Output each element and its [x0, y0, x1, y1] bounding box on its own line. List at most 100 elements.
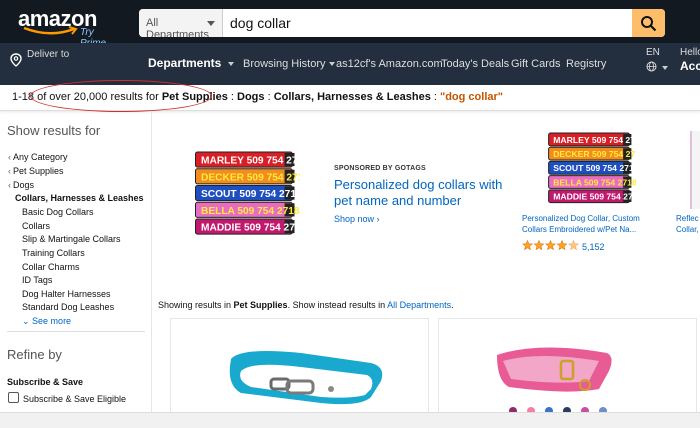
pink-collar-image [497, 347, 612, 415]
review-count[interactable]: 5,152 [582, 242, 605, 252]
nav-gift-cards[interactable]: Gift Cards [511, 58, 561, 70]
sidebar-subcat[interactable]: Collars [22, 221, 50, 231]
nav-link-label: as12cf's Amazon.com [336, 58, 443, 70]
results-subcategory-dogs[interactable]: Dogs [237, 91, 265, 103]
shop-now-link[interactable]: Shop now › [334, 214, 380, 224]
account-menu[interactable]: Hello Acco [680, 47, 700, 73]
refine-heading: Refine by [7, 347, 62, 362]
collar-band: SCOUT 509 754 2718 [195, 185, 300, 202]
sponsored-collars-image[interactable]: MARLEY 509 754 2718 DECKER 509 754 2718 SC… [190, 150, 300, 242]
sponsored-title[interactable]: Personalized dog collars with pet name a… [334, 177, 514, 209]
star-icon [544, 240, 557, 251]
collar-name-text: MADDIE 509 754 2718 [553, 192, 636, 202]
search-input[interactable] [224, 9, 632, 37]
nav-link-label: Gift Cards [511, 58, 561, 70]
left-sidebar: Show results for ‹ Any Category ‹ Pet Supp… [0, 112, 152, 412]
nav-my-amazon[interactable]: as12cf's Amazon.com [336, 58, 443, 70]
amazon-logo[interactable]: amazon Try Prime [18, 6, 108, 49]
sidebar-subcat[interactable]: Standard Dog Leashes [22, 302, 114, 312]
collar-band: DECKER 509 754 2718 [195, 168, 300, 185]
sponsored-product-image[interactable]: MARLEY 509 754 2718 DECKER 509 754 2718 SC… [544, 131, 636, 209]
showing-results-line: Showing results in Pet Supplies. Show in… [158, 300, 454, 310]
star-rating-icon[interactable] [522, 240, 580, 251]
chevron-left-icon: ‹ [8, 180, 11, 190]
blue-collar-image [229, 351, 383, 405]
subscribe-save-checkbox[interactable] [8, 392, 19, 403]
results-separator: : [264, 91, 274, 103]
show-results-heading: Show results for [7, 123, 101, 138]
collar-name-text: SCOUT 509 754 2718 [553, 163, 636, 173]
nav-link-label: Registry [566, 58, 607, 70]
collar-name-text: MARLEY 509 754 2718 [553, 135, 636, 145]
subscribe-save-label[interactable]: Subscribe & Save Eligible [23, 394, 126, 404]
showing-prefix: Showing results in [158, 300, 234, 310]
nav-link-label: Today's Deals [441, 58, 510, 70]
collar-band: MADDIE 509 754 2718 [548, 189, 636, 204]
globe-icon [646, 61, 657, 72]
deliver-to-label: Deliver to [27, 49, 70, 60]
star-icon [567, 240, 580, 251]
sidebar-subcat[interactable]: Collar Charms [22, 262, 80, 272]
product-card[interactable] [438, 318, 697, 415]
language-label: EN [646, 47, 660, 58]
sidebar-pet-supplies[interactable]: ‹ Pet Supplies [8, 166, 64, 176]
sidebar-any-category[interactable]: ‹ Any Category [8, 152, 68, 162]
sponsored-product-title[interactable]: Personalized Dog Collar, Custom Collars … [522, 213, 662, 235]
subscribe-save-heading: Subscribe & Save [7, 377, 84, 387]
search-department-label: All Departments [146, 17, 209, 37]
collar-name-text: DECKER 509 754 2718 [553, 149, 636, 159]
collar-name-text: MARLEY 509 754 2718 [201, 156, 300, 167]
product-card[interactable] [170, 318, 429, 413]
sponsored-product-image-partial[interactable] [690, 131, 700, 209]
see-more-link[interactable]: ⌄ See more [22, 316, 71, 327]
nav-todays-deals[interactable]: Today's Deals [441, 58, 509, 70]
sidebar-subcat[interactable]: Dog Halter Harnesses [22, 289, 111, 299]
collar-name-text: BELLA 509 754 2718 [201, 206, 300, 217]
search-button[interactable] [632, 9, 665, 37]
language-selector[interactable]: EN [646, 47, 668, 72]
chevron-down-icon [227, 61, 234, 66]
search-department-select[interactable]: All Departments [139, 9, 223, 37]
chevron-left-icon: ‹ [8, 166, 11, 176]
hello-label: Hello [680, 47, 700, 58]
sidebar-item-label: Pet Supplies [13, 166, 64, 176]
sidebar-subcat[interactable]: Basic Dog Collars [22, 207, 94, 217]
sidebar-current-category: Collars, Harnesses & Leashes [15, 193, 144, 203]
collar-band: BELLA 509 754 2718 [548, 175, 636, 189]
star-icon [533, 240, 545, 251]
results-query: "dog collar" [440, 91, 503, 103]
results-separator: : [227, 91, 238, 103]
star-icon [522, 240, 534, 251]
chevron-left-icon: ‹ [8, 152, 11, 162]
sidebar-dogs[interactable]: ‹ Dogs [8, 180, 34, 190]
sponsored-label: SPONSORED BY GOTAGS [334, 165, 426, 172]
sidebar-item-label: Any Category [13, 152, 68, 162]
account-label: Acco [680, 59, 700, 73]
nav-browsing-history[interactable]: Browsing History [243, 58, 335, 70]
see-more-label: See more [32, 316, 72, 326]
sidebar-divider [7, 331, 145, 332]
top-nav: amazon Try Prime All Departments [0, 0, 700, 49]
nav-link-label: Browsing History [243, 58, 326, 70]
collar-band: MADDIE 509 754 2718 [195, 218, 300, 235]
departments-menu[interactable]: Departments [148, 56, 234, 70]
collar-name-text: SCOUT 509 754 2718 [201, 189, 300, 200]
collar-band: MARLEY 509 754 2718 [548, 132, 636, 147]
star-icon [556, 240, 568, 251]
all-departments-link[interactable]: All Departments [387, 300, 451, 310]
search-icon [641, 16, 657, 32]
results-separator: : [430, 91, 440, 103]
collar-name-text: BELLA 509 754 2718 [553, 177, 636, 187]
collar-name-text: MADDIE 509 754 2718 [201, 223, 300, 234]
results-subcategory-collars[interactable]: Collars, Harnesses & Leashes [274, 91, 431, 103]
sidebar-subcat[interactable]: Training Collars [22, 248, 85, 258]
sponsored-product-title-partial[interactable]: Reflec Collar, [676, 213, 700, 235]
sidebar-subcat[interactable]: Slip & Martingale Collars [22, 234, 121, 244]
horizontal-scrollbar[interactable] [0, 412, 700, 428]
collar-name-text: DECKER 509 754 2718 [201, 172, 300, 183]
showing-mid: . Show instead results in [287, 300, 388, 310]
nav-belt: Deliver to Departments Browsing History … [0, 43, 700, 85]
collar-band: MARLEY 509 754 2718 [195, 151, 300, 168]
sidebar-subcat[interactable]: ID Tags [22, 275, 52, 285]
nav-registry[interactable]: Registry [566, 58, 606, 70]
